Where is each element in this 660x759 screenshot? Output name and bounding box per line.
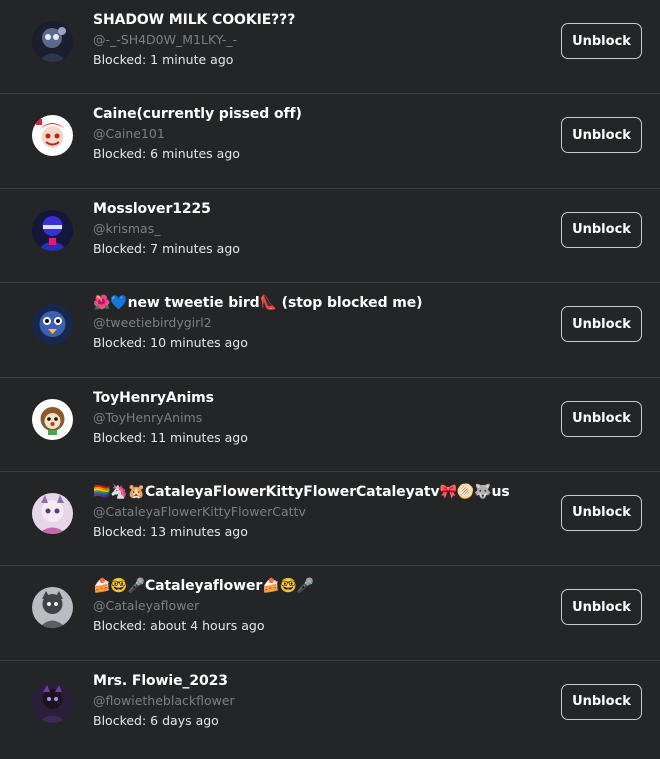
user-display-name[interactable]: 🍰🤓🎤Cataleyaflower🍰🤓🎤 (93, 576, 543, 596)
blocked-time: Blocked: 10 minutes ago (93, 335, 248, 351)
unblock-button[interactable]: Unblock (561, 306, 642, 343)
blocked-users-list: SHADOW MILK COOKIE??? @-_-SH4D0W_M1LKY-_… (0, 0, 660, 755)
unblock-button[interactable]: Unblock (561, 589, 642, 626)
blocked-time: Blocked: 7 minutes ago (93, 240, 240, 256)
user-avatar[interactable] (32, 398, 73, 440)
avatar-image (32, 492, 73, 534)
user-display-name[interactable]: 🏳️‍🌈🦄🐹CataleyaFlowerKittyFlowerCataleyat… (93, 482, 543, 502)
user-display-name[interactable]: Caine(currently pissed off) (93, 104, 543, 124)
user-avatar[interactable] (32, 587, 73, 629)
blocked-user-row: ToyHenryAnims @ToyHenryAnims Blocked: 11… (0, 378, 660, 472)
unblock-button[interactable]: Unblock (561, 23, 642, 59)
user-handle: @krismas_ (93, 220, 161, 236)
user-handle: @flowietheblackflower (93, 692, 235, 708)
unblock-button[interactable]: Unblock (561, 117, 642, 154)
user-display-name[interactable]: Mosslover1225 (93, 199, 543, 219)
blocked-time: Blocked: about 4 hours ago (93, 618, 265, 634)
user-display-name[interactable]: ToyHenryAnims (93, 388, 543, 408)
avatar-image (32, 115, 73, 157)
user-display-name[interactable]: SHADOW MILK COOKIE??? (93, 10, 543, 30)
blocked-user-row: Mosslover1225 @krismas_ Blocked: 7 minut… (0, 189, 660, 284)
blocked-user-row: Caine(currently pissed off) @Caine101 Bl… (0, 94, 660, 189)
user-avatar[interactable] (32, 681, 73, 723)
blocked-user-row: SHADOW MILK COOKIE??? @-_-SH4D0W_M1LKY-_… (0, 0, 660, 95)
user-handle: @CataleyaFlowerKittyFlowerCattv (93, 503, 306, 519)
unblock-button[interactable]: Unblock (561, 400, 642, 437)
user-handle: @ToyHenryAnims (93, 409, 203, 425)
blocked-user-row: Mrs. Flowie_2023 @flowietheblackflower B… (0, 661, 660, 755)
blocked-user-row: 🌺💙new tweetie bird👠 (stop blocked me) @t… (0, 283, 660, 378)
unblock-button[interactable]: Unblock (561, 211, 642, 248)
avatar-image (32, 587, 73, 629)
avatar-image (32, 398, 73, 440)
user-avatar[interactable] (32, 304, 73, 346)
unblock-button[interactable]: Unblock (561, 494, 642, 531)
user-handle: @Cataleyaflower (93, 598, 200, 614)
user-avatar[interactable] (32, 115, 73, 157)
blocked-time: Blocked: 6 minutes ago (93, 146, 240, 162)
blocked-user-row: 🍰🤓🎤Cataleyaflower🍰🤓🎤 @Cataleyaflower Blo… (0, 566, 660, 661)
blocked-time: Blocked: 13 minutes ago (93, 523, 248, 539)
avatar-image (32, 21, 73, 62)
user-display-name[interactable]: 🌺💙new tweetie bird👠 (stop blocked me) (93, 293, 543, 313)
avatar-image (32, 209, 73, 251)
user-avatar[interactable] (32, 492, 73, 534)
user-handle: @tweetiebirdygirl2 (93, 315, 212, 331)
user-avatar[interactable] (32, 21, 73, 62)
user-handle: @-_-SH4D0W_M1LKY-_- (93, 32, 238, 47)
avatar-image (32, 304, 73, 346)
blocked-time: Blocked: 11 minutes ago (93, 429, 248, 445)
user-avatar[interactable] (32, 209, 73, 251)
user-handle: @Caine101 (93, 126, 165, 142)
user-display-name[interactable]: Mrs. Flowie_2023 (93, 671, 543, 691)
blocked-user-row: 🏳️‍🌈🦄🐹CataleyaFlowerKittyFlowerCataleyat… (0, 472, 660, 567)
blocked-time: Blocked: 6 days ago (93, 712, 219, 728)
unblock-button[interactable]: Unblock (561, 683, 642, 720)
avatar-image (32, 681, 73, 723)
blocked-time: Blocked: 1 minute ago (93, 52, 234, 67)
